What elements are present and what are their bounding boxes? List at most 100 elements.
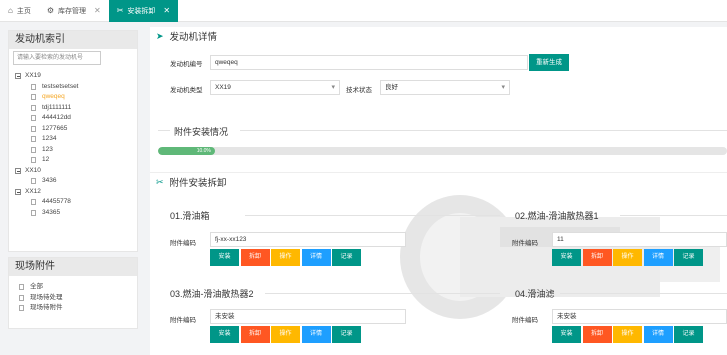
section-title: 发动机详情 [169,32,218,43]
file-icon [31,115,36,122]
file-icon [31,157,36,164]
tab-home[interactable]: ⌂ 主页 [0,0,39,22]
accessory-card: 04.滑油滤 [515,287,555,300]
detail-button[interactable]: 详情 [301,326,331,343]
accessory-card: 03.燃油-滑油散热器2 [170,287,254,300]
tech-state-label: 技术状态 [346,87,372,94]
gear-icon: ⚙ [46,6,55,15]
tree-leaf[interactable]: 444412dd [15,113,79,124]
tree-leaf[interactable]: 1234 [15,134,79,145]
tree-folder[interactable]: XX10 [15,166,79,177]
remove-button[interactable]: 拆卸 [240,326,270,343]
engine-no-input[interactable]: qweqeq [210,55,528,70]
field-label: 附件编码 [512,317,538,324]
file-icon [19,294,24,301]
tab-install[interactable]: ✂ 安装拆卸 ✕ [108,0,179,22]
operate-button[interactable]: 操作 [613,326,642,343]
file-icon [31,136,36,143]
tree-label: 34365 [42,208,61,216]
record-button[interactable]: 记录 [674,249,703,266]
tree-leaf-selected[interactable]: qweqeq [15,92,79,103]
panel-title: 现场附件 [9,258,137,276]
close-icon[interactable]: ✕ [94,6,101,15]
operate-button[interactable]: 操作 [613,249,642,266]
tree-folder[interactable]: XX12 [15,187,79,198]
tab-label: 主页 [16,7,31,15]
tree-leaf[interactable]: 123 [15,145,79,156]
tree-leaf[interactable]: tdj1111111 [15,103,79,114]
install-button[interactable]: 安装 [552,326,581,343]
accessory-code-input[interactable]: 未安装 [210,309,406,324]
engine-search-input[interactable]: 请输入要检索的发动机号 [13,51,101,65]
card-actions: 安装 拆卸 操作 详情 记录 [552,326,705,343]
card-title: 02.燃油-滑油散热器1 [515,211,599,221]
detail-button[interactable]: 详情 [301,249,331,266]
operate-button[interactable]: 操作 [271,326,300,343]
send-icon: ➤ [156,30,164,41]
home-icon: ⌂ [8,6,13,15]
record-button[interactable]: 记录 [332,249,361,266]
divider [158,130,170,131]
accessory-code-input[interactable]: 未安装 [552,309,727,324]
accessory-code-input[interactable]: 11 [552,232,727,247]
main-content: ➤ 发动机详情 发动机编号 qweqeq 重新生成 发动机类型 XX19 技术状态… [150,27,727,355]
file-icon [31,146,36,153]
file-icon [31,125,36,132]
tech-state-select[interactable]: 良好 [380,80,510,95]
engine-no-label: 发动机编号 [170,61,203,68]
tab-label: 库存管理 [58,7,87,15]
tools-icon: ✂ [116,6,124,15]
install-progress-bar: 10.0% [158,147,727,155]
collapse-icon[interactable] [15,188,21,195]
engine-type-select[interactable]: XX19 [210,80,340,95]
accessory-card: 01.滑油箱 [170,209,210,222]
regenerate-button[interactable]: 重新生成 [529,54,569,71]
tree-label: 44455778 [42,198,71,205]
field-label: 附件编码 [170,317,196,324]
card-title: 04.滑油滤 [515,289,555,299]
accessory-item[interactable]: 全部 [19,282,63,293]
progress-fill: 10.0% [158,147,215,155]
install-button[interactable]: 安装 [210,326,239,343]
file-icon [31,178,36,185]
tab-bar: ⌂ 主页 ⚙ 库存管理 ✕ ✂ 安装拆卸 ✕ [0,0,727,22]
tree-leaf[interactable]: 1277665 [15,124,79,135]
remove-button[interactable]: 拆卸 [582,326,612,343]
accessory-item[interactable]: 现场待附件 [19,303,63,314]
engine-tree: XX19 testsetsetset qweqeq tdj1111111 444… [15,71,79,218]
item-label: 全部 [30,283,43,290]
field-label: 附件编码 [170,240,196,247]
card-actions: 安装 拆卸 操作 详情 记录 [210,249,363,266]
tree-label: 12 [42,156,50,163]
tree-leaf[interactable]: 44455778 [15,197,79,208]
tree-leaf[interactable]: 3436 [15,176,79,187]
divider [265,293,500,294]
install-button[interactable]: 安装 [210,249,239,266]
remove-button[interactable]: 拆卸 [582,249,612,266]
operate-button[interactable]: 操作 [271,249,300,266]
detail-button[interactable]: 详情 [643,249,673,266]
collapse-icon[interactable] [15,73,21,80]
collapse-icon[interactable] [15,167,21,174]
install-button[interactable]: 安装 [552,249,581,266]
record-button[interactable]: 记录 [332,326,361,343]
divider [245,215,500,216]
accessory-code-input[interactable]: fj-xx-xx123 [210,232,406,247]
card-title: 03.燃油-滑油散热器2 [170,289,254,299]
file-icon [31,104,36,111]
record-button[interactable]: 记录 [674,326,703,343]
tab-inventory[interactable]: ⚙ 库存管理 ✕ [39,0,109,22]
remove-button[interactable]: 拆卸 [240,249,270,266]
tree-label: XX19 [25,72,41,79]
file-icon [31,94,36,101]
file-icon [19,305,24,312]
tree-folder[interactable]: XX19 [15,71,79,82]
tree-leaf[interactable]: 12 [15,155,79,166]
tree-leaf[interactable]: testsetsetset [15,82,79,93]
item-label: 现场待处理 [30,293,63,301]
tools-icon: ✂ [156,176,164,187]
detail-button[interactable]: 详情 [643,326,673,343]
accessory-item[interactable]: 现场待处理 [19,293,63,304]
tree-leaf[interactable]: 34365 [15,208,79,219]
close-icon[interactable]: ✕ [163,6,170,15]
